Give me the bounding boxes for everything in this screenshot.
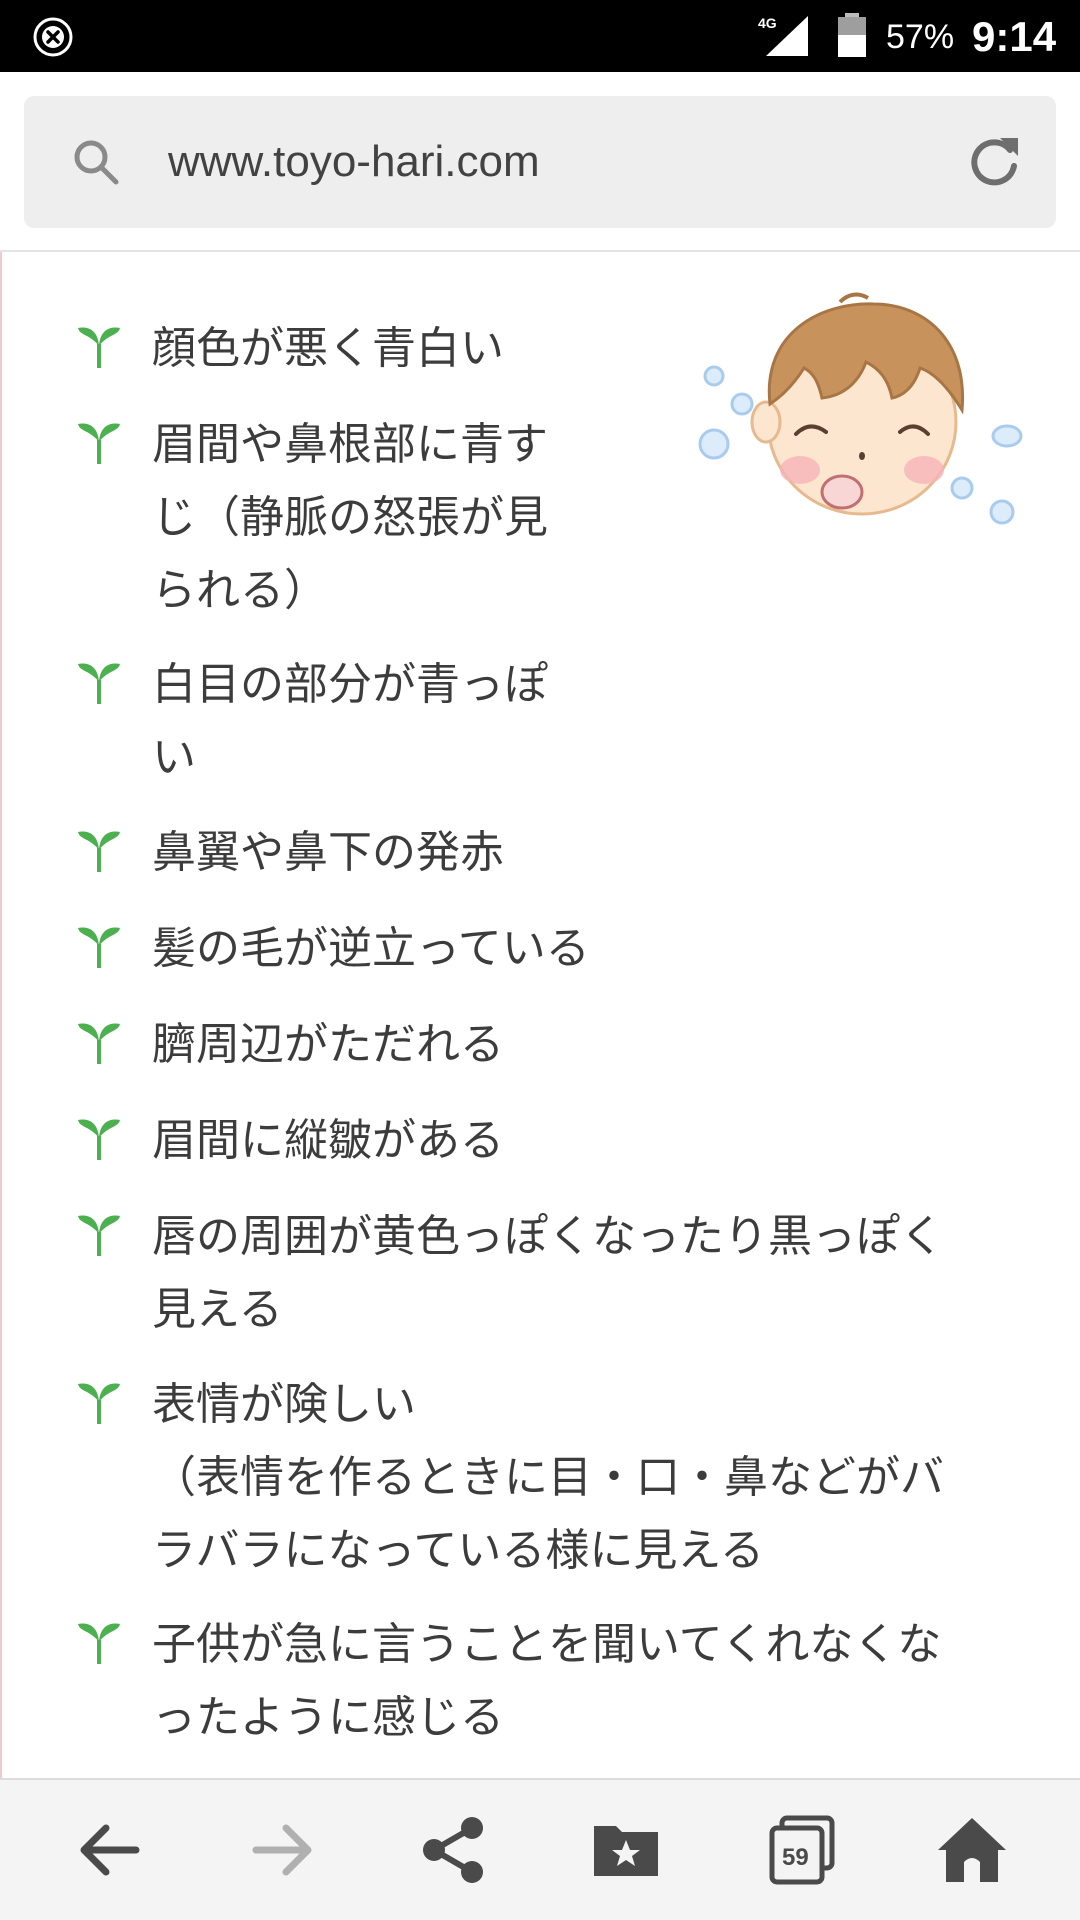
notification-close-icon [33, 17, 73, 57]
list-item-text: 顔色が悪く青白い [152, 323, 504, 374]
status-bar: 4G 57% 9:14 [0, 0, 1080, 72]
sprout-icon [78, 927, 120, 968]
address-bar[interactable]: www.toyo-hari.com [24, 96, 1056, 228]
tabs-count: 59 [762, 1810, 842, 1890]
battery-icon [838, 13, 866, 57]
forward-arrow-icon[interactable] [242, 1810, 322, 1890]
crying-child-illustration [698, 292, 1023, 525]
list-item-text: 白目の部分が青っぽ い [152, 659, 548, 783]
battery-percentage: 57% [886, 18, 955, 56]
sprout-icon [78, 1383, 120, 1424]
page-content: 顔色が悪く青白い 眉間や鼻根部に青す じ（静脈の怒張が見 られる） 白目の部分が… [0, 252, 1080, 1778]
reload-icon[interactable] [964, 132, 1024, 192]
list-item-text: 表情が険しい （表情を作るときに目・口・鼻などがバ ラバラになっている様に見える [152, 1379, 944, 1576]
sprout-icon [78, 327, 120, 368]
share-icon[interactable] [414, 1810, 494, 1890]
list-item-text: 唇の周囲が黄色っぽくなったり黒っぽく 見える [152, 1211, 944, 1335]
signal-4g-icon: 4G [758, 15, 808, 56]
browser-address-area: www.toyo-hari.com [0, 72, 1080, 252]
list-item-text: 眉間や鼻根部に青す じ（静脈の怒張が見 られる） [152, 419, 548, 616]
list-item-text: 鼻翼や鼻下の発赤 [152, 827, 504, 878]
sprout-icon [78, 1119, 120, 1160]
back-arrow-icon[interactable] [70, 1810, 150, 1890]
home-icon[interactable] [932, 1810, 1012, 1890]
tabs-count-text: 59 [782, 1844, 809, 1871]
svg-text:4G: 4G [758, 15, 777, 31]
list-item-text: 髪の毛が逆立っている [152, 923, 590, 974]
sprout-icon [78, 1215, 120, 1256]
clock: 9:14 [972, 13, 1057, 60]
sprout-icon [78, 831, 120, 872]
sprout-icon [78, 423, 120, 464]
list-item-text: 子供が急に言うことを聞いてくれなくな ったように感じる [152, 1619, 942, 1743]
bookmarks-folder-icon[interactable] [586, 1810, 666, 1890]
sprout-icon [78, 1023, 120, 1064]
browser-toolbar: 59 [0, 1778, 1080, 1920]
url-text[interactable]: www.toyo-hari.com [168, 126, 540, 198]
list-item-text: 臍周辺がただれる [152, 1019, 504, 1070]
list-item-text: 眉間に縦皺がある [152, 1115, 504, 1166]
tabs-button[interactable]: 59 [762, 1810, 842, 1890]
sprout-icon [78, 663, 120, 704]
sprout-icon [78, 1623, 120, 1664]
search-icon[interactable] [68, 134, 124, 190]
